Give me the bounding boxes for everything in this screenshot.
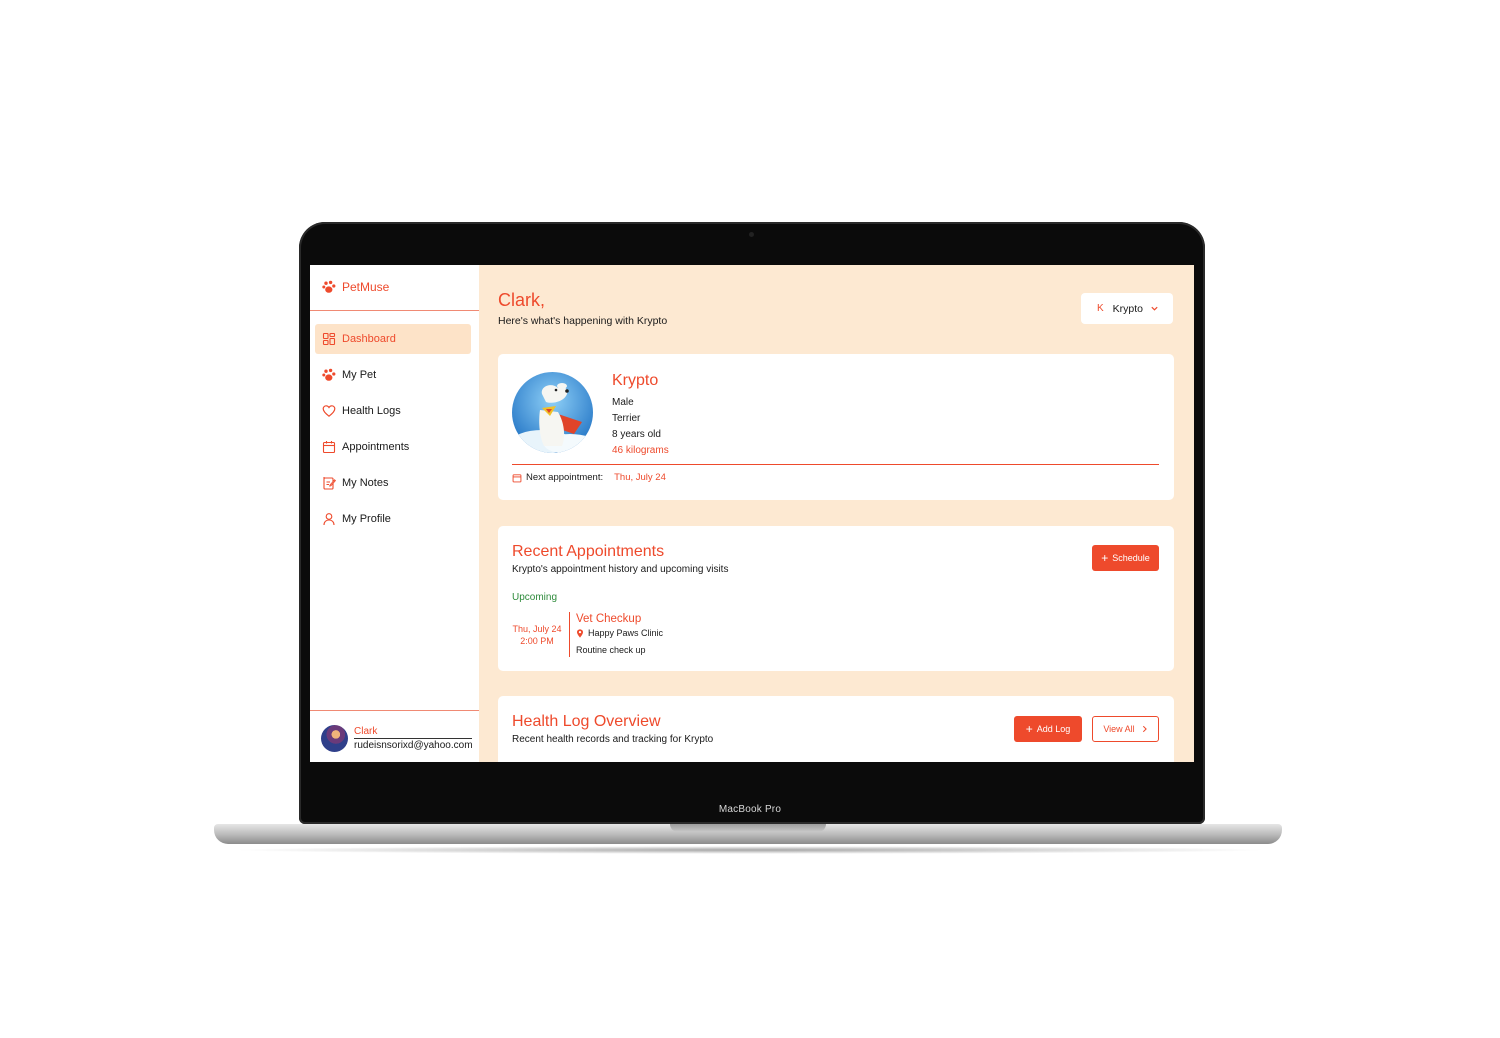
add-log-button-label: Add Log	[1036, 724, 1071, 734]
appointment-clinic: Happy Paws Clinic	[576, 628, 663, 638]
add-log-button[interactable]: + Add Log	[1014, 716, 1082, 742]
next-appointment-date: Thu, July 24	[614, 472, 666, 483]
sidebar: PetMuse Dashboard My Pet Health Logs App…	[310, 265, 479, 762]
brand-logo[interactable]: PetMuse	[322, 279, 389, 295]
section-subtitle: Krypto's appointment history and upcomin…	[512, 564, 729, 575]
pet-age: 8 years old	[612, 429, 661, 440]
pet-selector-value: Krypto	[1112, 302, 1144, 315]
avatar	[321, 725, 348, 752]
paw-icon	[322, 280, 336, 293]
page-subtitle: Here's what's happening with Krypto	[498, 315, 668, 327]
appointment-time: 2:00 PM	[520, 636, 554, 646]
laptop-shadow	[230, 846, 1270, 854]
upcoming-label: Upcoming	[512, 592, 558, 603]
section-title: Recent Appointments	[512, 543, 665, 560]
location-pin-icon	[577, 628, 583, 638]
pet-breed: Terrier	[612, 413, 641, 424]
appointment-clinic-name: Happy Paws Clinic	[588, 628, 664, 638]
chevron-right-icon	[1142, 725, 1147, 733]
pet-summary-card: Krypto Male Terrier 8 years old 46 kilog…	[498, 354, 1174, 500]
user-email: rudeisnsorixd@yahoo.com	[354, 740, 473, 751]
pet-illustration	[512, 372, 593, 453]
section-title: Health Log Overview	[512, 713, 661, 730]
plus-icon: +	[1101, 551, 1109, 565]
sidebar-item-my-notes[interactable]: My Notes	[315, 468, 471, 498]
divider	[310, 710, 479, 711]
next-appointment-label: Next appointment:	[526, 472, 604, 483]
recent-appointments-card: Recent Appointments Krypto's appointment…	[498, 526, 1174, 671]
sidebar-item-label: Dashboard	[342, 333, 396, 345]
plus-icon: +	[1025, 722, 1033, 736]
pet-selector-dropdown[interactable]: K Krypto	[1081, 293, 1173, 324]
sidebar-item-label: My Profile	[342, 513, 391, 525]
brand-name: PetMuse	[342, 280, 390, 294]
health-log-card: Health Log Overview Recent health record…	[498, 696, 1174, 762]
pet-details: Male Terrier 8 years old 46 kilograms	[612, 395, 669, 459]
sidebar-item-label: My Notes	[342, 477, 389, 489]
page-title: Clark,	[498, 290, 546, 310]
divider	[512, 464, 1159, 465]
sidebar-item-my-profile[interactable]: My Profile	[315, 504, 471, 534]
paw-icon	[322, 368, 336, 381]
calendar-icon	[322, 441, 336, 454]
user-account[interactable]: Clark rudeisnsorixd@yahoo.com	[321, 725, 473, 752]
pet-initial: K	[1097, 303, 1104, 314]
grid-icon	[322, 332, 336, 346]
app-screen: PetMuse Dashboard My Pet Health Logs App…	[310, 265, 1194, 762]
sidebar-item-label: Health Logs	[342, 405, 401, 417]
user-name: Clark	[354, 726, 472, 739]
pet-name: Krypto	[612, 372, 659, 389]
camera-icon	[749, 232, 754, 237]
sidebar-item-dashboard[interactable]: Dashboard	[315, 324, 471, 354]
schedule-button[interactable]: + Schedule	[1092, 545, 1159, 571]
user-icon	[323, 513, 335, 526]
sidebar-nav: Dashboard My Pet Health Logs Appointment…	[315, 324, 471, 540]
view-all-button-label: View All	[1103, 724, 1135, 734]
section-subtitle: Recent health records and tracking for K…	[512, 734, 714, 745]
sidebar-item-appointments[interactable]: Appointments	[315, 432, 471, 462]
sidebar-item-label: My Pet	[342, 369, 377, 381]
divider	[310, 310, 479, 311]
divider	[569, 612, 570, 657]
sidebar-item-my-pet[interactable]: My Pet	[315, 360, 471, 390]
view-all-button[interactable]: View All	[1092, 716, 1159, 742]
sidebar-item-label: Appointments	[342, 441, 410, 453]
appointment-note: Routine check up	[576, 645, 646, 655]
pet-weight: 46 kilograms	[612, 445, 669, 456]
calendar-icon	[512, 473, 522, 482]
schedule-button-label: Schedule	[1112, 553, 1150, 563]
next-appointment: Next appointment: Thu, July 24	[512, 472, 666, 483]
chevron-down-icon	[1151, 306, 1158, 311]
laptop-notch	[670, 824, 826, 832]
pet-photo[interactable]	[512, 372, 593, 453]
appointment-date: Thu, July 24	[512, 624, 562, 634]
heart-icon	[322, 405, 336, 417]
appointment-datetime: Thu, July 24 2:00 PM	[512, 623, 562, 647]
note-icon	[323, 477, 336, 490]
main-content: Clark, Here's what's happening with Kryp…	[498, 265, 1174, 762]
sidebar-item-health-logs[interactable]: Health Logs	[315, 396, 471, 426]
appointment-title[interactable]: Vet Checkup	[576, 613, 641, 625]
pet-sex: Male	[612, 397, 634, 408]
laptop-model-label: MacBook Pro	[718, 804, 782, 815]
